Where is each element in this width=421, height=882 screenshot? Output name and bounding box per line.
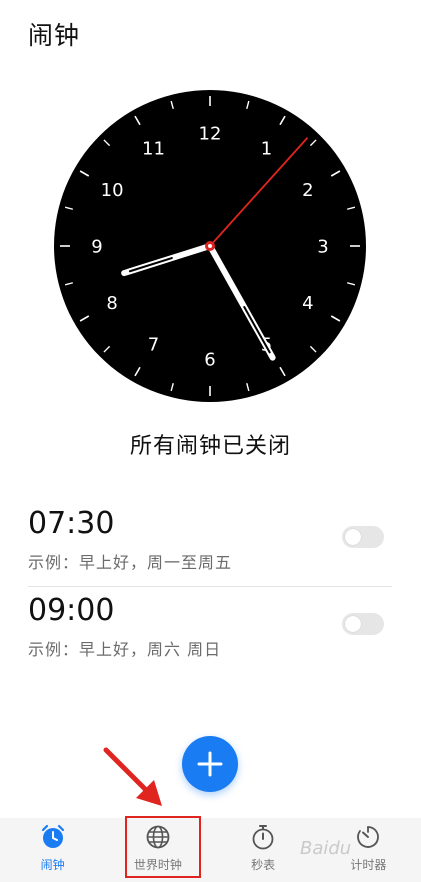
nav-label: 闹钟	[40, 858, 65, 872]
toggle-knob	[345, 529, 361, 545]
timer-icon	[357, 826, 380, 848]
clock-face: 121234567891011	[54, 90, 366, 402]
add-alarm-button[interactable]	[182, 736, 238, 792]
clock-number: 1	[261, 139, 272, 160]
nav-item-stopwatch[interactable]: 秒表	[211, 818, 316, 882]
alarm-item[interactable]: 07:30 示例：早上好，周一至周五	[28, 500, 392, 586]
clock-number: 4	[302, 293, 313, 314]
alarm-status-text: 所有闹钟已关闭	[129, 434, 291, 459]
globe-icon	[146, 825, 170, 849]
alarm-item[interactable]: 09:00 示例：早上好，周六 周日	[28, 586, 392, 673]
plus-icon	[197, 751, 223, 777]
nav-item-world-clock[interactable]: 世界时钟	[105, 818, 210, 882]
alarm-list: 07:30 示例：早上好，周一至周五 09:00 示例：早上好，周六 周日	[28, 500, 392, 673]
clock-number: 10	[101, 180, 124, 201]
clock-number: 7	[148, 334, 159, 355]
bottom-navigation: 闹钟 世界时钟 秒表 计时器	[0, 818, 421, 882]
alarm-time: 09:00	[28, 593, 115, 628]
alarm-time: 07:30	[28, 506, 115, 541]
nav-label: 计时器	[350, 858, 387, 872]
alarm-description: 示例：早上好，周一至周五	[28, 553, 233, 572]
annotation-arrow-icon	[103, 747, 162, 806]
clock-number: 3	[317, 237, 328, 258]
toggle-knob	[345, 616, 361, 632]
alarm-toggle[interactable]	[342, 526, 384, 548]
clock-number: 8	[106, 293, 117, 314]
alarm-description: 示例：早上好，周六 周日	[28, 640, 222, 659]
alarm-clock-icon	[41, 824, 64, 848]
page-title: 闹钟	[28, 21, 81, 50]
clock-center-dot	[208, 244, 212, 248]
clock-number: 6	[204, 350, 215, 371]
nav-label: 秒表	[251, 858, 276, 872]
clock-number: 12	[199, 124, 222, 145]
nav-item-alarm[interactable]: 闹钟	[0, 818, 105, 882]
stopwatch-icon	[252, 825, 274, 850]
nav-item-timer[interactable]: 计时器	[316, 818, 421, 882]
nav-label: 世界时钟	[133, 858, 182, 872]
clock-number: 11	[142, 139, 165, 160]
alarm-toggle[interactable]	[342, 613, 384, 635]
clock-number: 9	[91, 237, 102, 258]
clock-number: 2	[302, 180, 313, 201]
analog-clock: 121234567891011	[54, 90, 366, 402]
